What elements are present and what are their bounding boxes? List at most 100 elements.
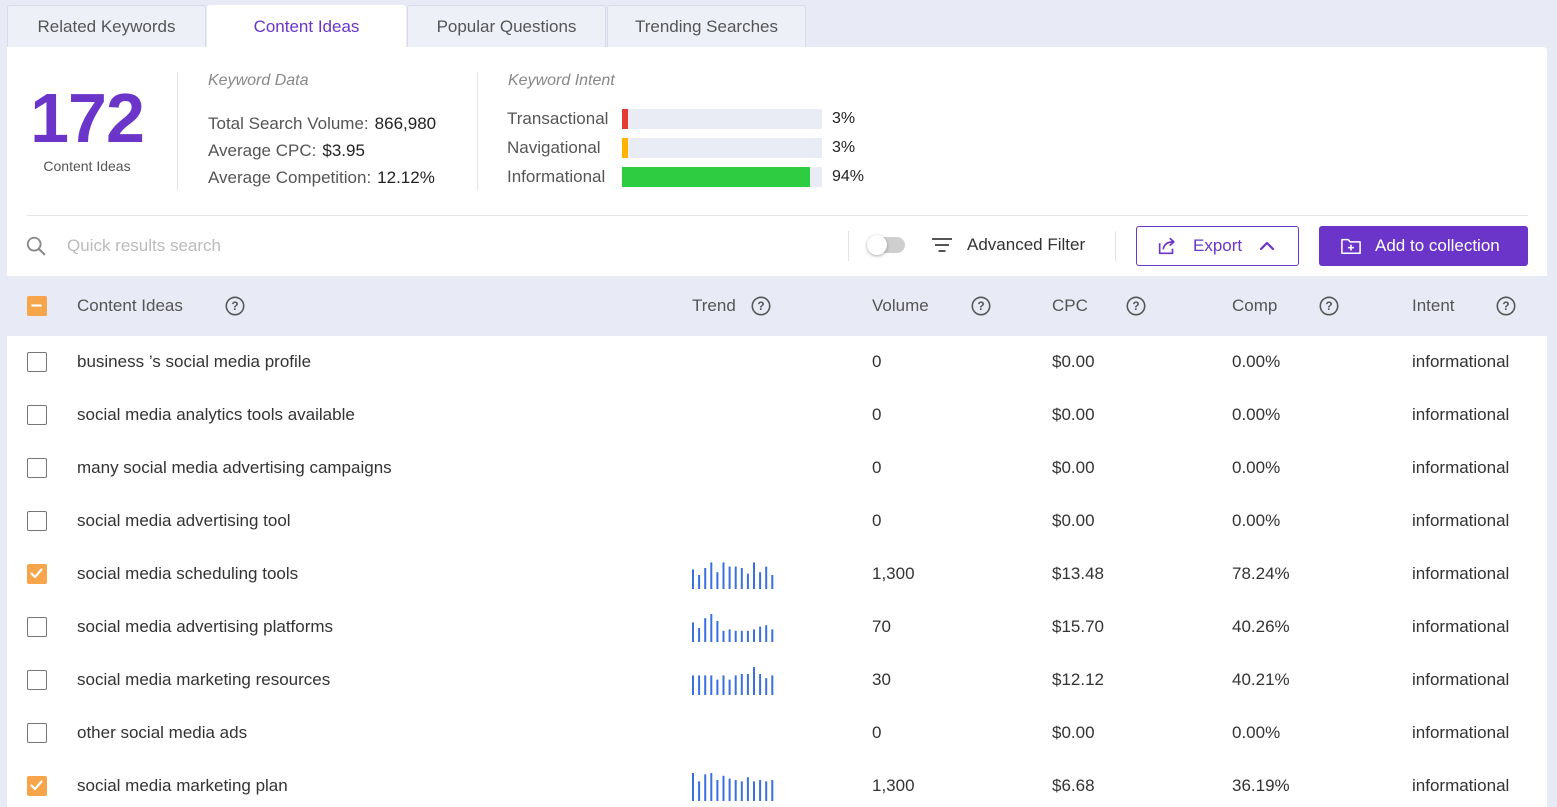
row-checkbox[interactable] xyxy=(27,405,47,425)
quick-results-search-input[interactable] xyxy=(67,233,467,259)
content-idea-text[interactable]: social media advertising platforms xyxy=(77,617,333,637)
trend-bar xyxy=(728,679,731,695)
help-icon[interactable]: ? xyxy=(970,295,992,317)
column-header-intent[interactable]: Intent xyxy=(1412,296,1455,316)
cpc-value: $13.48 xyxy=(1052,564,1104,583)
intent-bar-fill xyxy=(622,109,628,129)
content-idea-text[interactable]: social media marketing resources xyxy=(77,670,330,690)
advanced-filter-button[interactable]: Advanced Filter xyxy=(967,235,1085,255)
help-icon[interactable]: ? xyxy=(750,295,772,317)
trend-bar xyxy=(716,780,719,801)
help-icon[interactable]: ? xyxy=(1125,295,1147,317)
table-row[interactable]: social media advertising tool 0 $0.00 0.00%… xyxy=(7,495,1547,548)
export-button[interactable]: Export xyxy=(1136,226,1299,266)
intent-percent: 94% xyxy=(832,168,865,185)
content-idea-text[interactable]: many social media advertising campaigns xyxy=(77,458,392,478)
row-checkbox[interactable] xyxy=(27,776,47,796)
svg-text:?: ? xyxy=(977,299,984,313)
table-row[interactable]: social media analytics tools available 0 $… xyxy=(7,389,1547,442)
trend-bar xyxy=(692,773,694,801)
row-checkbox[interactable] xyxy=(27,511,47,531)
trend-bar xyxy=(728,778,731,801)
comp-value: 0.00% xyxy=(1232,405,1281,424)
content-idea-text[interactable]: social media marketing plan xyxy=(77,776,288,796)
keyword-intent-title: Keyword Intent xyxy=(508,72,615,89)
row-checkbox[interactable] xyxy=(27,723,47,743)
intent-value: informational xyxy=(1412,776,1510,795)
trend-bar xyxy=(734,630,737,642)
trend-bar xyxy=(698,628,701,642)
trend-bar xyxy=(753,562,755,589)
table-row[interactable]: other social media ads 0 $0.00 0.00% informa… xyxy=(7,707,1547,760)
row-checkbox[interactable] xyxy=(27,458,47,478)
trend-bar xyxy=(704,774,707,801)
trend-bar xyxy=(716,679,719,695)
comp-value: 40.26% xyxy=(1232,617,1290,636)
intent-value: informational xyxy=(1412,405,1510,424)
select-all-checkbox[interactable] xyxy=(27,296,47,316)
table-row[interactable]: social media advertising platforms 70 $15.… xyxy=(7,601,1547,654)
trend-bar xyxy=(765,678,768,695)
tab-related-keywords[interactable]: Related Keywords xyxy=(7,5,206,47)
trend-bar xyxy=(746,674,749,695)
intent-value: informational xyxy=(1412,617,1510,636)
content-idea-text[interactable]: other social media ads xyxy=(77,723,247,743)
trend-bar xyxy=(734,780,737,801)
add-to-collection-button[interactable]: Add to collection xyxy=(1319,226,1528,266)
column-header-content-ideas[interactable]: Content Ideas xyxy=(77,296,183,316)
table-row[interactable]: social media marketing plan 1,300 $6.68 36.… xyxy=(7,760,1547,807)
volume-value: 70 xyxy=(872,617,891,636)
tab-popular-questions[interactable]: Popular Questions xyxy=(407,5,606,47)
column-header-volume[interactable]: Volume xyxy=(872,296,929,316)
content-idea-text[interactable]: social media analytics tools available xyxy=(77,405,355,425)
table-row[interactable]: social media scheduling tools 1,300 $13.48… xyxy=(7,548,1547,601)
trend-bar xyxy=(722,675,725,695)
keyword-data-title: Keyword Data xyxy=(208,72,309,89)
svg-text:?: ? xyxy=(1502,299,1509,313)
summary-divider xyxy=(177,72,178,190)
intent-bar-track xyxy=(622,167,822,187)
table-row[interactable]: business ’s social media profile 0 $0.00 0.… xyxy=(7,336,1547,389)
row-checkbox[interactable] xyxy=(27,670,47,690)
content-idea-text[interactable]: business ’s social media profile xyxy=(77,352,311,372)
svg-text:?: ? xyxy=(1132,299,1139,313)
trend-bar xyxy=(704,568,707,589)
tab-content-ideas[interactable]: Content Ideas xyxy=(207,5,406,48)
trend-bar xyxy=(692,675,694,695)
table-header: Content Ideas ? Trend ? Volume ? CPC ? C… xyxy=(7,276,1547,336)
trend-bar xyxy=(698,575,701,589)
comp-value: 78.24% xyxy=(1232,564,1290,583)
filter-toggle[interactable] xyxy=(867,235,905,255)
trend-bar xyxy=(710,614,713,642)
intent-value: informational xyxy=(1412,670,1510,689)
intent-percent: 3% xyxy=(832,110,856,127)
average-competition-label: Average Competition: xyxy=(208,168,372,187)
filter-icon xyxy=(932,238,952,252)
content-ideas-count: 172 xyxy=(30,79,145,157)
help-icon[interactable]: ? xyxy=(1318,295,1340,317)
intent-bar-fill xyxy=(622,138,628,158)
row-checkbox[interactable] xyxy=(27,617,47,637)
trend-bar xyxy=(771,575,774,589)
row-checkbox[interactable] xyxy=(27,352,47,372)
svg-text:?: ? xyxy=(757,299,764,313)
table-row[interactable]: many social media advertising campaigns 0… xyxy=(7,442,1547,495)
column-header-cpc[interactable]: CPC xyxy=(1052,296,1088,316)
trend-bar xyxy=(728,629,731,642)
trend-sparkline xyxy=(692,667,774,695)
minus-icon xyxy=(31,304,42,307)
content-idea-text[interactable]: social media advertising tool xyxy=(77,511,291,531)
help-icon[interactable]: ? xyxy=(1495,295,1517,317)
content-idea-text[interactable]: social media scheduling tools xyxy=(77,564,298,584)
volume-value: 0 xyxy=(872,458,882,477)
table-row[interactable]: social media marketing resources 30 $12.12… xyxy=(7,654,1547,707)
trend-bar xyxy=(740,674,743,695)
comp-value: 0.00% xyxy=(1232,723,1281,742)
export-label: Export xyxy=(1193,236,1243,255)
help-icon[interactable]: ? xyxy=(224,295,246,317)
comp-value: 0.00% xyxy=(1232,458,1281,477)
column-header-comp[interactable]: Comp xyxy=(1232,296,1277,316)
tab-trending-searches[interactable]: Trending Searches xyxy=(607,5,806,47)
row-checkbox[interactable] xyxy=(27,564,47,584)
toolbar-divider xyxy=(1115,231,1116,261)
